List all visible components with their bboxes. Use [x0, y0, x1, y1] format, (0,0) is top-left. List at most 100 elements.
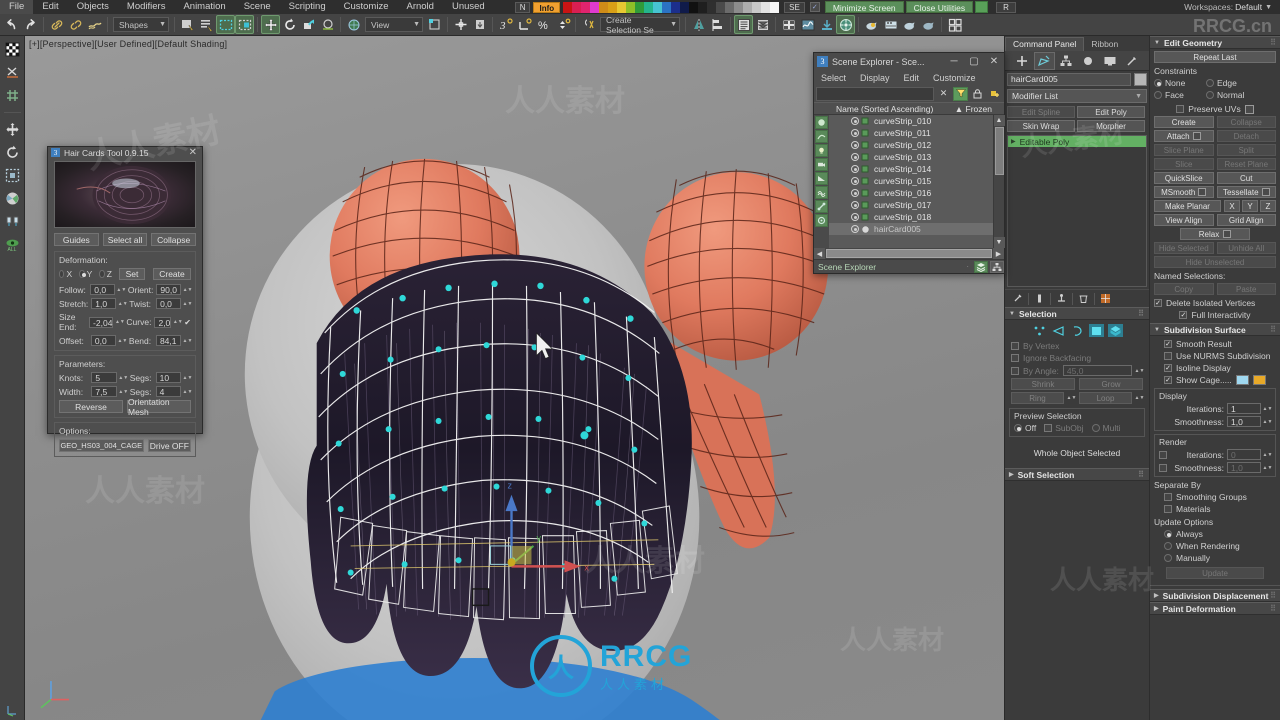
material-editor-icon[interactable]	[817, 15, 836, 34]
object-color-swatch[interactable]	[1134, 72, 1147, 86]
knots-value[interactable]: 5	[91, 372, 117, 383]
tab-ribbon[interactable]: Ribbon	[1084, 38, 1125, 51]
spinner-icon[interactable]: ▲▼	[117, 335, 127, 346]
spinner-icon[interactable]: ▲▼	[1263, 449, 1273, 460]
menu-select[interactable]: Select	[821, 73, 846, 83]
info-button[interactable]: Info	[533, 1, 561, 13]
render-setup-icon[interactable]	[836, 15, 855, 34]
menu-item-modifiers[interactable]: Modifiers	[118, 0, 175, 14]
filter-cameras-icon[interactable]	[815, 158, 828, 171]
polygon-icon[interactable]	[1088, 324, 1104, 337]
menu-item-file[interactable]: File	[0, 0, 34, 14]
green-indicator[interactable]	[975, 1, 989, 13]
spinner-icon[interactable]: ▲▼	[183, 335, 193, 346]
select-and-move-icon[interactable]	[261, 15, 280, 34]
render-iterations-checkbox[interactable]	[1159, 450, 1167, 459]
workspaces-value[interactable]: Default	[1235, 2, 1262, 12]
orient-value[interactable]: 90,0	[156, 284, 182, 295]
list-item[interactable]: curveStrip_013	[829, 151, 993, 163]
create-icon[interactable]	[1012, 52, 1033, 70]
redo-icon[interactable]	[21, 15, 40, 34]
select-and-scale-icon[interactable]	[299, 15, 318, 34]
selection-set-dropdown[interactable]: Create Selection Se ▼	[600, 15, 680, 35]
filter-shapes-icon[interactable]	[815, 130, 828, 143]
menu-item-objects[interactable]: Objects	[68, 0, 118, 14]
cloud-render-icon[interactable]	[919, 15, 938, 34]
constraint-none-radio[interactable]	[1154, 79, 1162, 87]
use-nurms-checkbox[interactable]	[1164, 352, 1172, 360]
rollout-selection[interactable]: ▼ Selection ⠿	[1005, 307, 1149, 320]
hierarchy-icon[interactable]	[1056, 52, 1077, 70]
hide-selected-button[interactable]: Hide Selected	[1154, 242, 1214, 254]
render-iterations-value[interactable]: 0	[1227, 449, 1261, 460]
msmooth-settings-icon[interactable]	[1198, 188, 1207, 196]
maximize-icon[interactable]: ▢	[964, 54, 984, 70]
spinner-snap-icon[interactable]	[553, 15, 572, 34]
update-always-radio[interactable]	[1164, 530, 1172, 538]
list-item[interactable]: curveStrip_011	[829, 127, 993, 139]
tessellate-button[interactable]: Tessellate	[1223, 188, 1259, 197]
magnet-snap-icon[interactable]	[470, 15, 489, 34]
color-swatch-strip[interactable]	[563, 1, 780, 13]
hair-cards-tool-window[interactable]: 3 Hair Cards Tool 0.9.15 ✕ Guides Select…	[47, 146, 203, 457]
rect-select-icon[interactable]	[216, 15, 235, 34]
tab-command-panel[interactable]: Command Panel	[1005, 37, 1085, 51]
twist-value[interactable]: 0,0	[156, 298, 181, 309]
guides-button[interactable]: Guides	[54, 233, 99, 246]
create-button[interactable]: Create	[1154, 116, 1214, 128]
ignore-backfacing-checkbox[interactable]	[1011, 354, 1019, 362]
spinner-icon[interactable]: ▲▼	[118, 386, 128, 397]
spinner-icon[interactable]: ▲▼	[118, 298, 128, 309]
visibility-all-icon[interactable]: ALL	[2, 234, 23, 255]
smoothing-groups-checkbox[interactable]	[1164, 493, 1172, 501]
r-button[interactable]: R	[996, 1, 1016, 13]
select-all-button[interactable]: Select all	[102, 233, 148, 246]
se-button[interactable]: SE	[784, 1, 805, 13]
stretch-value[interactable]: 1,0	[91, 298, 117, 309]
modifier-stack[interactable]: ▶ Editable Poly	[1007, 135, 1147, 287]
chevron-down-icon[interactable]: ▼	[1265, 4, 1272, 11]
close-icon[interactable]: ✕	[189, 147, 202, 158]
rotate-gizmo-icon[interactable]	[2, 142, 23, 163]
delete-modifier-icon[interactable]	[1077, 292, 1090, 306]
spinner-icon[interactable]: ▲▼	[183, 298, 193, 309]
list-item[interactable]: curveStrip_016	[829, 187, 993, 199]
update-button[interactable]: Update	[1166, 567, 1264, 579]
axis-z-radio[interactable]	[99, 270, 105, 278]
angle-snap-3d-icon[interactable]: 3	[496, 15, 515, 34]
list-item[interactable]: curveStrip_015	[829, 175, 993, 187]
configure-sets-icon[interactable]	[1099, 292, 1112, 306]
by-angle-value[interactable]: 45,0	[1062, 365, 1132, 376]
visibility-icon[interactable]	[851, 117, 859, 125]
undo-icon[interactable]	[2, 15, 21, 34]
menu-item-edit[interactable]: Edit	[33, 0, 67, 14]
spinner-icon[interactable]: ▲▼	[1067, 393, 1077, 404]
repeat-last-button[interactable]: Repeat Last	[1154, 51, 1276, 63]
by-angle-checkbox[interactable]	[1011, 366, 1019, 375]
menu-item-unused[interactable]: Unused	[443, 0, 494, 14]
delete-isolated-checkbox[interactable]: ✓	[1154, 299, 1162, 307]
make-planar-z-button[interactable]: Z	[1260, 200, 1276, 212]
placement-icon[interactable]	[318, 15, 337, 34]
isoline-display-checkbox[interactable]: ✓	[1164, 364, 1172, 372]
full-interactivity-checkbox[interactable]: ✓	[1179, 311, 1188, 319]
update-when-rendering-radio[interactable]	[1164, 542, 1172, 550]
spinner-icon[interactable]: ▲▼	[183, 372, 193, 383]
bend-value[interactable]: 84,1	[155, 335, 181, 346]
curve-editor-icon[interactable]	[779, 15, 798, 34]
spinner-icon[interactable]: ▲▼	[183, 386, 193, 397]
expand-arrow-icon[interactable]: ▶	[1011, 138, 1016, 145]
visibility-icon[interactable]	[851, 225, 859, 233]
link-icon[interactable]	[47, 15, 66, 34]
filter-bones-icon[interactable]	[815, 200, 828, 213]
filter-geometry-icon[interactable]	[815, 116, 828, 129]
select-and-rotate-icon[interactable]	[280, 15, 299, 34]
detach-button[interactable]: Detach	[1216, 130, 1276, 142]
object-name-field[interactable]: hairCard005	[1007, 72, 1131, 86]
spinner-icon[interactable]: ▲▼	[1263, 403, 1273, 414]
display-smoothness-value[interactable]: 1,0	[1227, 416, 1261, 427]
schematic-view-icon[interactable]	[798, 15, 817, 34]
scroll-left-icon[interactable]: ◀	[814, 248, 825, 259]
width-value[interactable]: 7,5	[91, 386, 117, 397]
materials-checkbox[interactable]	[1164, 505, 1172, 513]
